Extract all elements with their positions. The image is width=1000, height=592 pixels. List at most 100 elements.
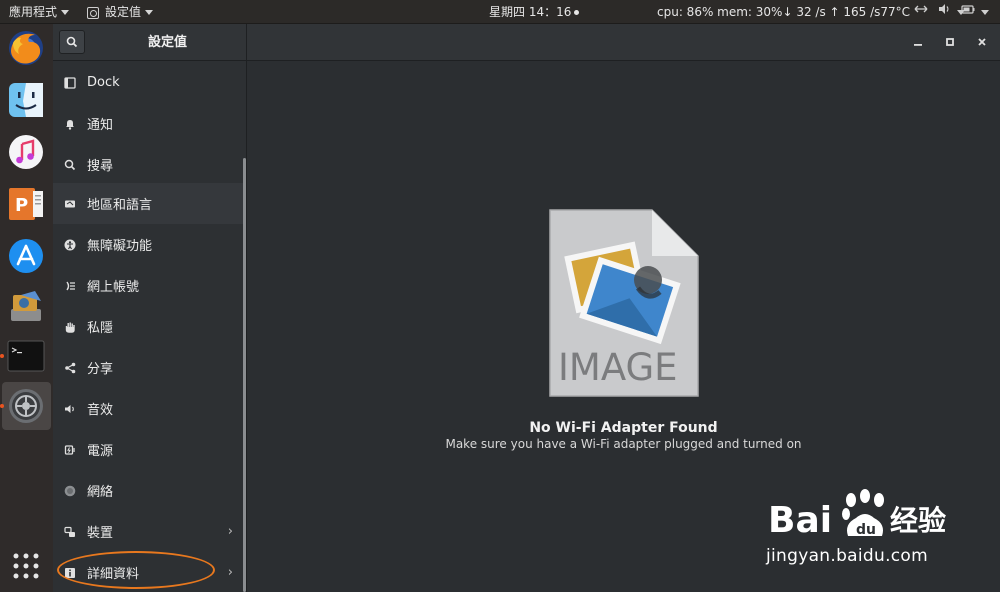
sidebar-item-privacy[interactable]: 私隱 — [53, 306, 243, 347]
sidebar-item-label: 地區和語言 — [87, 198, 153, 213]
settings-sidebar: Dock 通知 搜尋 地區和語言 無障礙功能 網上帳號 私隱 分享 音效 電源 … — [53, 61, 247, 592]
sidebar-item-label: 網上帳號 — [87, 280, 140, 295]
accessibility-icon — [63, 238, 77, 252]
sidebar-item-devices[interactable]: 裝置 › — [53, 511, 243, 552]
network-icon — [63, 484, 77, 498]
app-menu-label: 設定值 — [105, 5, 142, 19]
image-placeholder-icon: IMAGE — [549, 209, 699, 397]
sidebar-scrollbar[interactable] — [243, 158, 246, 592]
chevron-down-icon — [980, 10, 989, 15]
top-bar: 應用程式 設定值 星期四 14：16 cpu: 86% mem: 30%↓ 32… — [0, 0, 1000, 24]
sidebar-item-dock[interactable]: Dock — [53, 62, 243, 103]
applications-menu-label: 應用程式 — [9, 5, 58, 19]
sidebar-item-sound[interactable]: 音效 — [53, 388, 243, 429]
sidebar-item-network[interactable]: 網絡 — [53, 470, 243, 511]
dock-music[interactable] — [6, 132, 46, 172]
system-monitor-label: cpu: 86% mem: 30%↓ 32 /s ↑ 165 /s77°C — [657, 5, 911, 19]
firefox-icon — [9, 31, 43, 65]
devices-icon — [63, 525, 77, 539]
sidebar-item-search[interactable]: 搜尋 — [53, 144, 243, 185]
sidebar-item-label: 無障礙功能 — [87, 239, 153, 254]
minimize-icon — [914, 44, 922, 46]
share-icon — [63, 361, 77, 375]
sidebar-item-label: 私隱 — [87, 321, 114, 336]
app-store-icon — [9, 239, 43, 273]
presentation-icon: P — [9, 188, 43, 220]
sidebar-item-label: 通知 — [87, 118, 114, 133]
network-arrows-icon — [914, 5, 928, 13]
hand-icon — [63, 320, 77, 334]
applications-menu[interactable]: 應用程式 — [9, 0, 70, 24]
clock[interactable]: 星期四 14：16 — [489, 0, 580, 24]
dock-presentation[interactable]: P — [6, 184, 46, 224]
grid-icon — [13, 553, 39, 579]
installer-icon — [11, 291, 41, 321]
clock-label: 星期四 14：16 — [489, 5, 572, 19]
empty-state-subtitle: Make sure you have a Wi-Fi adapter plugg… — [445, 437, 802, 451]
svg-text:经验: 经验 — [890, 504, 946, 537]
search-icon — [63, 158, 77, 172]
volume-icon — [939, 4, 949, 14]
running-indicator — [0, 404, 4, 408]
watermark: Bai du 经验 jingyan.baidu.com — [766, 484, 986, 574]
show-applications-button[interactable] — [6, 546, 46, 586]
maximize-button[interactable] — [939, 32, 961, 52]
dock-app-store[interactable] — [6, 236, 46, 276]
sidebar-item-notifications[interactable]: 通知 — [53, 103, 243, 144]
finder-icon — [9, 83, 43, 117]
sidebar-item-label: 網絡 — [87, 485, 114, 500]
bell-icon — [63, 117, 77, 131]
dock-settings[interactable] — [6, 386, 46, 426]
maximize-icon — [946, 38, 954, 46]
minimize-button[interactable] — [907, 32, 929, 52]
dock: P — [0, 24, 53, 592]
dock-firefox[interactable] — [6, 28, 46, 68]
chevron-down-icon — [61, 10, 70, 15]
sidebar-item-online-accounts[interactable]: 網上帳號 — [53, 265, 243, 306]
sidebar-item-label: 分享 — [87, 362, 114, 377]
watermark-url: jingyan.baidu.com — [766, 546, 928, 566]
battery-tray[interactable] — [961, 0, 989, 24]
terminal-icon — [7, 340, 45, 372]
search-icon — [66, 36, 78, 48]
svg-text:Bai: Bai — [768, 500, 832, 541]
close-button[interactable] — [971, 32, 993, 52]
settings-header-right — [247, 24, 1000, 61]
baidu-logo: Bai du 经验 — [768, 489, 946, 541]
battery-icon — [961, 5, 975, 14]
online-accounts-icon — [63, 279, 77, 293]
power-icon — [63, 443, 77, 457]
search-button[interactable] — [59, 30, 85, 54]
sidebar-item-sharing[interactable]: 分享 — [53, 347, 243, 388]
sidebar-item-region-language[interactable]: 地區和語言 — [53, 183, 243, 224]
sidebar-item-label: 電源 — [87, 444, 114, 459]
svg-text:du: du — [856, 522, 876, 538]
sidebar-item-label: 音效 — [87, 403, 114, 418]
running-indicator — [0, 354, 4, 358]
placeholder-label: IMAGE — [558, 346, 678, 389]
settings-header-left: 設定值 — [53, 24, 247, 61]
dock-finder[interactable] — [6, 80, 46, 120]
empty-state-title: No Wi-Fi Adapter Found — [529, 420, 718, 436]
chevron-right-icon: › — [227, 524, 233, 539]
sidebar-item-power[interactable]: 電源 — [53, 429, 243, 470]
dock-terminal[interactable] — [6, 336, 46, 376]
sidebar-item-label: Dock — [87, 75, 120, 90]
settings-icon — [9, 389, 43, 423]
system-monitor[interactable]: cpu: 86% mem: 30%↓ 32 /s ↑ 165 /s77°C — [657, 0, 910, 24]
flag-icon — [63, 197, 77, 211]
annotation-ellipse — [57, 551, 215, 589]
page-title: 設定值 — [147, 35, 187, 50]
dock-icon — [63, 76, 77, 90]
music-icon — [9, 135, 43, 169]
chevron-right-icon: › — [227, 565, 233, 580]
app-menu[interactable]: 設定值 — [87, 0, 154, 24]
close-icon — [978, 38, 986, 46]
sidebar-item-accessibility[interactable]: 無障礙功能 — [53, 224, 243, 265]
sidebar-item-label: 搜尋 — [87, 159, 114, 174]
dock-installer[interactable] — [6, 286, 46, 326]
settings-icon — [87, 6, 99, 19]
svg-text:P: P — [15, 195, 28, 216]
chevron-down-icon — [145, 10, 154, 15]
network-tray[interactable] — [914, 0, 928, 24]
